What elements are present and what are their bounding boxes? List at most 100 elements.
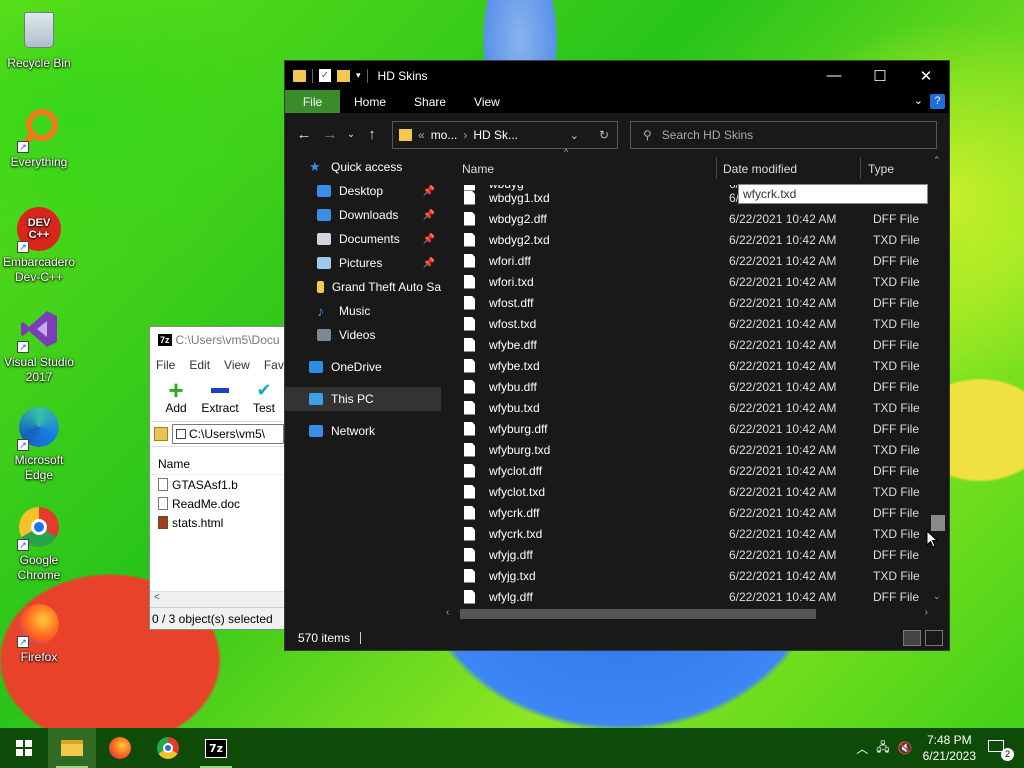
scroll-up-icon[interactable]: ⌃ xyxy=(933,155,941,166)
sidebar-item[interactable]: Downloads 📌 xyxy=(285,203,441,227)
chevron-down-icon[interactable]: ▾ xyxy=(356,70,361,81)
column-divider[interactable] xyxy=(860,157,861,179)
breadcrumb-item[interactable]: mo... xyxy=(431,128,458,142)
minimize-button[interactable]: — xyxy=(811,61,857,90)
table-row[interactable]: wfori.dff 6/22/2021 10:42 AM DFF File xyxy=(442,250,932,271)
sidebar-item[interactable]: Desktop 📌 xyxy=(285,179,441,203)
folder-up-icon[interactable] xyxy=(154,427,168,441)
scroll-down-icon[interactable]: ⌄ xyxy=(933,591,941,602)
column-divider[interactable] xyxy=(716,157,717,179)
table-row[interactable]: wfyclot.dff 6/22/2021 10:42 AM DFF File xyxy=(442,460,932,481)
7zip-column-name[interactable]: Name xyxy=(150,453,284,475)
table-row[interactable]: wfybu.dff 6/22/2021 10:42 AM DFF File xyxy=(442,376,932,397)
7zip-add-button[interactable]: + Add xyxy=(158,377,194,421)
breadcrumb-item[interactable]: HD Sk... xyxy=(473,128,518,142)
taskbar-7zip[interactable]: 7z xyxy=(192,728,240,768)
address-dropdown-icon[interactable]: ⌄ xyxy=(570,129,579,142)
show-hidden-icons-icon[interactable]: ︿ xyxy=(856,740,868,757)
search-input[interactable]: ⚲ Search HD Skins xyxy=(630,121,937,149)
sidebar-item[interactable]: ★ Quick access xyxy=(285,155,441,179)
forward-button[interactable]: → xyxy=(317,126,343,143)
scrollbar-thumb[interactable] xyxy=(931,515,945,531)
details-view-button[interactable] xyxy=(903,630,921,646)
table-row[interactable]: wfybu.txd 6/22/2021 10:42 AM TXD File xyxy=(442,397,932,418)
table-row[interactable]: wfyburg.dff 6/22/2021 10:42 AM DFF File xyxy=(442,418,932,439)
desktop-icon[interactable]: ↗ Everything xyxy=(1,105,77,170)
volume-muted-icon[interactable]: 🔇 xyxy=(898,741,913,755)
desktop-icon[interactable]: ↗ Firefox xyxy=(1,600,77,665)
sidebar-item[interactable]: Grand Theft Auto Sa xyxy=(285,275,441,299)
table-row[interactable]: wfori.txd 6/22/2021 10:42 AM TXD File xyxy=(442,271,932,292)
table-row[interactable]: wfost.dff 6/22/2021 10:42 AM DFF File xyxy=(442,292,932,313)
tab-file[interactable]: File xyxy=(285,90,340,113)
table-row[interactable]: wfyclot.txd 6/22/2021 10:42 AM TXD File xyxy=(442,481,932,502)
sidebar-item[interactable]: OneDrive xyxy=(285,355,441,379)
breadcrumb-overflow[interactable]: « xyxy=(418,128,425,142)
sidebar-item[interactable]: ♪ Music xyxy=(285,299,441,323)
desktop-icon[interactable]: ↗ Microsoft Edge xyxy=(1,403,77,483)
table-row[interactable]: wbdyg2.txd 6/22/2021 10:42 AM TXD File xyxy=(442,229,932,250)
7zip-address-field[interactable]: C:\Users\vm5\ xyxy=(172,424,284,444)
new-folder-icon[interactable] xyxy=(337,69,350,82)
column-type[interactable]: Type xyxy=(868,162,894,176)
taskbar-file-explorer[interactable] xyxy=(48,728,96,768)
table-row[interactable]: wbdyg2.dff 6/22/2021 10:42 AM DFF File xyxy=(442,208,932,229)
maximize-button[interactable]: ☐ xyxy=(857,61,903,90)
7zip-titlebar[interactable]: 7z C:\Users\vm5\Docu xyxy=(150,327,284,353)
help-icon[interactable]: ? xyxy=(930,94,945,109)
sidebar-item[interactable]: Videos xyxy=(285,323,441,347)
table-row[interactable]: wfycrk.dff 6/22/2021 10:42 AM DFF File xyxy=(442,502,932,523)
scrollbar-thumb[interactable] xyxy=(460,609,816,619)
7zip-menu-file[interactable]: File xyxy=(156,358,175,372)
recent-locations-button[interactable]: ⌄ xyxy=(343,129,359,140)
table-row[interactable]: wfycrk.txd 6/22/2021 10:42 AM TXD File xyxy=(442,523,932,544)
refresh-icon[interactable]: ↻ xyxy=(599,128,609,142)
sidebar-item[interactable]: This PC xyxy=(285,387,441,411)
tiles-view-button[interactable] xyxy=(925,630,943,646)
sidebar-item[interactable]: Documents 📌 xyxy=(285,227,441,251)
scroll-right-icon[interactable]: › xyxy=(925,607,928,618)
desktop-icon[interactable]: Recycle Bin xyxy=(1,6,77,71)
up-button[interactable]: ↑ xyxy=(359,126,385,143)
scroll-left-icon[interactable]: ‹ xyxy=(446,607,449,618)
properties-icon[interactable]: ✓ xyxy=(319,69,331,82)
desktop-icon[interactable]: ↗ Google Chrome xyxy=(1,503,77,583)
tab-share[interactable]: Share xyxy=(400,90,460,113)
notification-center-icon[interactable]: 2 xyxy=(986,737,1014,761)
7zip-menu-favorites[interactable]: Favo xyxy=(264,358,284,372)
list-item[interactable]: stats.html xyxy=(150,513,284,532)
expand-ribbon-icon[interactable]: ⌄ xyxy=(914,94,923,107)
clock[interactable]: 7:48 PM 6/21/2023 xyxy=(923,732,976,764)
table-row[interactable]: wfybe.txd 6/22/2021 10:42 AM TXD File xyxy=(442,355,932,376)
start-button[interactable] xyxy=(0,728,48,768)
horizontal-scrollbar[interactable]: ‹ › xyxy=(442,607,932,621)
7zip-menu-edit[interactable]: Edit xyxy=(189,358,210,372)
column-name[interactable]: Name xyxy=(462,162,494,176)
table-row[interactable]: wfost.txd 6/22/2021 10:42 AM TXD File xyxy=(442,313,932,334)
list-item[interactable]: GTASAsf1.b xyxy=(150,475,284,494)
scroll-left-icon[interactable]: < xyxy=(154,592,160,603)
close-button[interactable]: ✕ xyxy=(903,61,949,90)
tab-home[interactable]: Home xyxy=(340,90,400,113)
taskbar-chrome[interactable] xyxy=(144,728,192,768)
table-row[interactable]: wfylg.dff 6/22/2021 10:42 AM DFF File xyxy=(442,586,932,605)
list-item[interactable]: ReadMe.doc xyxy=(150,494,284,513)
column-date[interactable]: Date modified xyxy=(723,162,797,176)
sidebar-item[interactable]: Pictures 📌 xyxy=(285,251,441,275)
table-row[interactable]: wfyjg.txd 6/22/2021 10:42 AM TXD File xyxy=(442,565,932,586)
taskbar-firefox[interactable] xyxy=(96,728,144,768)
desktop-icon[interactable]: ↗ Visual Studio 2017 xyxy=(1,305,77,385)
back-button[interactable]: ← xyxy=(291,126,317,143)
7zip-test-button[interactable]: ✔ Test xyxy=(246,379,282,421)
7zip-menu-view[interactable]: View xyxy=(224,358,250,372)
sidebar-item[interactable]: Network xyxy=(285,419,441,443)
table-row[interactable]: wfyjg.dff 6/22/2021 10:42 AM DFF File xyxy=(442,544,932,565)
address-bar[interactable]: « mo... › HD Sk... ⌄ ↻ xyxy=(392,121,618,149)
7zip-extract-button[interactable]: Extract xyxy=(201,379,239,421)
table-row[interactable]: wfyburg.txd 6/22/2021 10:42 AM TXD File xyxy=(442,439,932,460)
network-status-icon[interactable]: 🖧 xyxy=(876,738,889,759)
table-row[interactable]: wfybe.dff 6/22/2021 10:42 AM DFF File xyxy=(442,334,932,355)
7zip-horizontal-scrollbar[interactable]: < xyxy=(150,591,284,607)
desktop-icon[interactable]: DEV C++ ↗ Embarcadero Dev-C++ xyxy=(1,205,77,285)
tab-view[interactable]: View xyxy=(460,90,514,113)
